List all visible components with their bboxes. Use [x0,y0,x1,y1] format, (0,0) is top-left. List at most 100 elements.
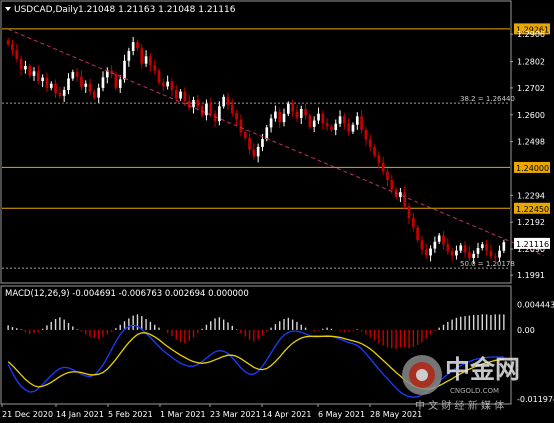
level-price-label: 1.24000 [516,164,549,173]
time-tick-label: 21 Dec 2020 [2,410,53,419]
candle-body [261,138,264,147]
candle-body [11,44,14,51]
candle-body [93,91,96,98]
candle-body [131,42,135,52]
candle-body [295,111,299,118]
candle-body [127,51,131,61]
candle-body [338,116,342,124]
candle-body [209,103,213,114]
candle-body [343,116,346,124]
candle-body [420,240,424,250]
candle-body [442,235,445,245]
candle-body [334,123,338,131]
candle-body [170,81,174,91]
time-tick-label: 1 Mar 2021 [160,410,206,419]
macd-tick-label: 0.004443 [517,300,554,309]
time-tick-label: 23 Mar 2021 [210,410,261,419]
candle-body [174,90,178,99]
candle-body [304,108,307,116]
candle-body [278,111,282,123]
candle-body [386,171,389,181]
candle-body [118,79,122,88]
candle-body [75,72,79,77]
candle-body [502,242,506,251]
price-tick-label: 1.1991 [517,271,545,280]
watermark-title: 中金网 [445,355,520,384]
candle-body [373,146,376,156]
watermark-domain: CNGOLD.COM [450,387,499,395]
macd-label: MACD(12,26,9) -0.004691 -0.006763 0.0026… [5,289,249,299]
time-tick-label: 14 Apr 2021 [262,410,311,419]
candle-body [41,77,44,82]
candle-body [49,83,53,88]
candle-body [226,96,230,105]
level-price-label: 1.22450 [516,205,549,214]
macd-tick-label: -0.011974 [517,395,554,404]
candle-body [468,252,471,259]
fib-label: 50.0 = 1.20178 [460,260,515,268]
candle-body [317,113,320,121]
time-tick-label: 14 Jan 2021 [56,410,104,419]
candle-body [312,120,316,127]
candle-body [149,56,152,66]
candle-body [485,244,488,251]
candle-body [252,149,256,157]
candle-body [166,81,169,87]
candle-body [407,206,411,219]
candle-body [67,78,70,91]
candle-body [36,71,40,82]
candle-body [183,91,187,102]
candle-body [498,250,501,258]
candle-body [308,115,312,127]
candle-body [84,83,88,87]
candle-body [136,42,139,49]
candle-body [347,123,351,132]
candle-body [364,130,368,140]
candle-body [399,192,402,197]
candle-body [459,245,463,251]
candle-body [114,73,118,88]
candle-body [88,83,92,92]
candle-body [248,137,251,150]
candle-body [243,132,247,138]
candle-body [368,139,372,147]
candle-body [19,58,23,70]
candle-body [299,108,303,118]
candle-body [123,60,126,80]
candle-body [282,113,286,123]
candle-body [97,87,101,98]
macd-tick-label: 0.00 [517,326,535,335]
candle-body [196,100,200,107]
candle-body [192,100,195,108]
candle-body [377,155,381,163]
candle-body [45,77,49,88]
candle-body [463,245,467,253]
current-price-label: 1.21116 [516,240,549,249]
candle-body [62,90,66,96]
candle-body [161,82,165,87]
watermark-coin-core [416,369,428,381]
chart-window: USDCAD,Daily 1.21048 1.21163 1.21048 1.2… [0,0,554,423]
candle-body [416,227,419,241]
candle-body [321,113,325,124]
price-tick-label: 1.2600 [517,111,545,120]
price-tick-label: 1.2294 [517,191,545,200]
candle-body [24,66,27,70]
candle-body [140,48,144,64]
time-tick-label: 5 Feb 2021 [108,410,153,419]
candle-body [265,127,269,139]
candle-body [450,251,454,256]
watermark-slogan: 中 文 财 经 新 媒 体 [415,399,504,412]
candle-body [476,248,480,254]
candle-body [153,65,157,71]
candle-body [381,162,385,172]
price-tick-label: 1.2802 [517,58,545,67]
watermark-logo: 中金网 CNGOLD.COM 中 文 财 经 新 媒 体 [402,355,520,412]
candle-body [101,77,105,88]
fib-label: 38.2 = 1.26440 [460,95,515,103]
candle-body [291,103,294,112]
candle-body [80,76,83,87]
candle-body [230,104,234,114]
candle-body [411,218,415,228]
candle-body [330,126,333,131]
